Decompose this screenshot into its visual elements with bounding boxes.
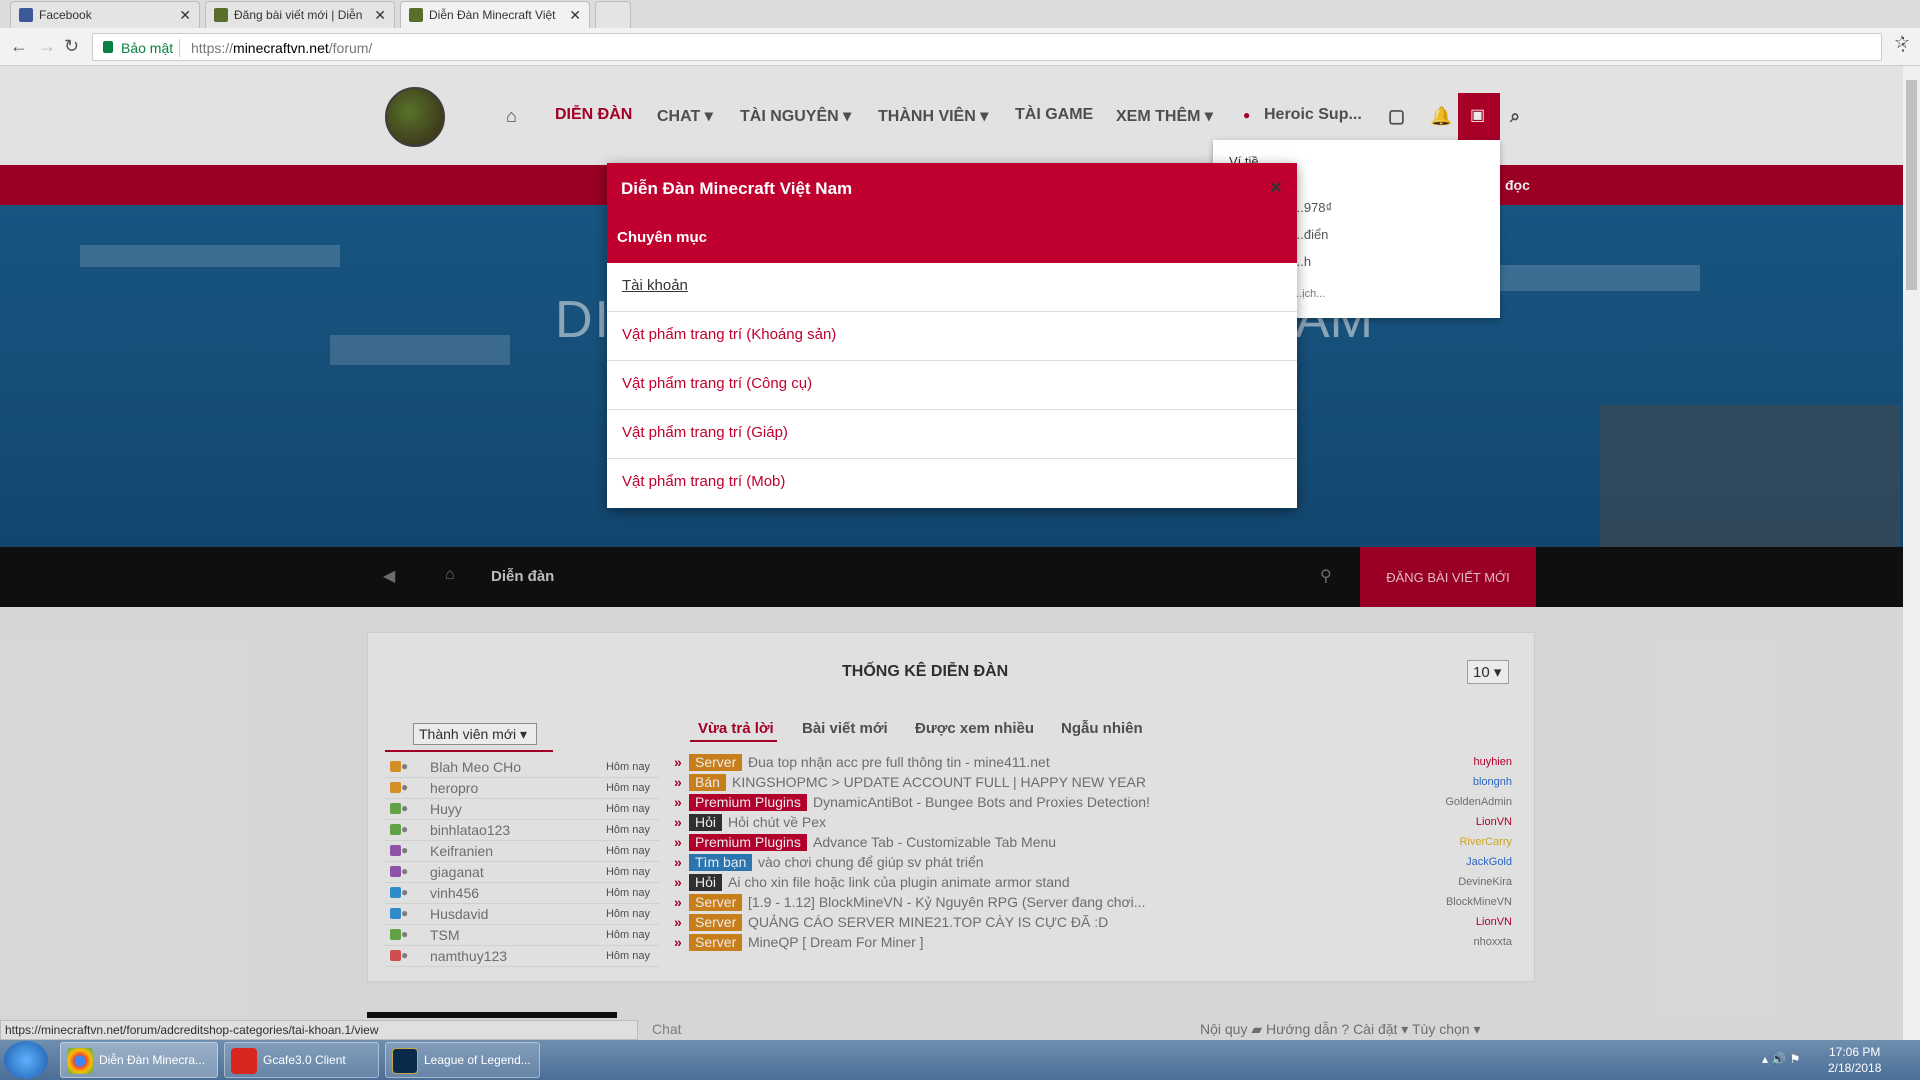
secure-label: Bảo mật <box>121 40 174 56</box>
url-input[interactable]: Bảo mật https://minecraftvn.net/forum/ <box>92 33 1882 61</box>
start-button[interactable] <box>4 1041 48 1079</box>
dialog-subtitle: Chuyên mục <box>617 229 708 246</box>
dialog-title: Diễn Đàn Minecraft Việt Nam <box>621 179 853 198</box>
close-tab-icon[interactable]: ✕ <box>374 7 386 24</box>
close-icon[interactable]: × <box>1270 177 1282 200</box>
tab-title: Facebook <box>39 8 92 22</box>
address-bar: ← → ↻ Bảo mật https://minecraftvn.net/fo… <box>0 28 1920 66</box>
taskbar-label: Diễn Đàn Minecra... <box>99 1053 206 1067</box>
forward-icon[interactable]: → <box>38 36 56 57</box>
close-tab-icon[interactable]: ✕ <box>569 7 581 24</box>
browser-tab-strip: Facebook ✕ Đăng bài viết mới | Diễn ✕ Di… <box>0 0 1920 28</box>
category-tai-khoan[interactable]: Tài khoản <box>607 263 1297 312</box>
taskbar-chrome[interactable]: Diễn Đàn Minecra... <box>60 1042 218 1078</box>
new-tab-button[interactable] <box>595 1 631 28</box>
category-dialog: Diễn Đàn Minecraft Việt Nam × Chuyên mục… <box>607 163 1297 508</box>
dropdown-item: ...978₫ <box>1293 200 1333 215</box>
dropdown-item: ...điển <box>1293 227 1329 242</box>
category-khoang-san[interactable]: Vật phẩm trang trí (Khoáng sản) <box>607 312 1297 361</box>
taskbar-lol[interactable]: League of Legend... <box>385 1042 540 1078</box>
scrollbar-thumb[interactable] <box>1906 80 1917 290</box>
divider <box>179 39 180 57</box>
minecraft-icon <box>409 8 423 22</box>
browser-menu-icon[interactable]: ⋮ <box>1894 34 1912 55</box>
category-cong-cu[interactable]: Vật phẩm trang trí (Công cụ) <box>607 361 1297 410</box>
lock-icon <box>103 41 113 53</box>
category-giap[interactable]: Vật phẩm trang trí (Giáp) <box>607 410 1297 459</box>
dialog-header: Diễn Đàn Minecraft Việt Nam × Chuyên mục <box>607 163 1297 263</box>
reload-icon[interactable]: ↻ <box>64 36 79 57</box>
url-text: https://minecraftvn.net/forum/ <box>191 40 373 56</box>
tab-facebook[interactable]: Facebook ✕ <box>10 1 200 28</box>
category-mob[interactable]: Vật phẩm trang trí (Mob) <box>607 459 1297 508</box>
facebook-icon <box>19 8 33 22</box>
gcafe-icon <box>231 1048 257 1074</box>
tab-forum[interactable]: Diễn Đàn Minecraft Việt ✕ <box>400 1 590 28</box>
back-icon[interactable]: ← <box>10 36 28 57</box>
taskbar-label: Gcafe3.0 Client <box>263 1053 346 1067</box>
clock-date: 2/18/2018 <box>1828 1061 1882 1075</box>
league-icon <box>392 1048 418 1074</box>
tab-title: Diễn Đàn Minecraft Việt <box>429 8 556 22</box>
close-tab-icon[interactable]: ✕ <box>179 7 191 24</box>
dropdown-item: ...ịch... <box>1293 288 1326 300</box>
taskbar-gcafe[interactable]: Gcafe3.0 Client <box>224 1042 379 1078</box>
tab-new-post[interactable]: Đăng bài viết mới | Diễn ✕ <box>205 1 395 28</box>
clock-time: 17:06 PM <box>1829 1045 1881 1059</box>
clock[interactable]: 17:06 PM 2/18/2018 <box>1828 1044 1881 1076</box>
tray-icons[interactable]: ▴ 🔊 ⚑ <box>1762 1052 1800 1066</box>
chrome-icon <box>67 1048 93 1074</box>
taskbar-label: League of Legend... <box>424 1053 531 1067</box>
tab-title: Đăng bài viết mới | Diễn <box>234 8 363 22</box>
minecraft-icon <box>214 8 228 22</box>
